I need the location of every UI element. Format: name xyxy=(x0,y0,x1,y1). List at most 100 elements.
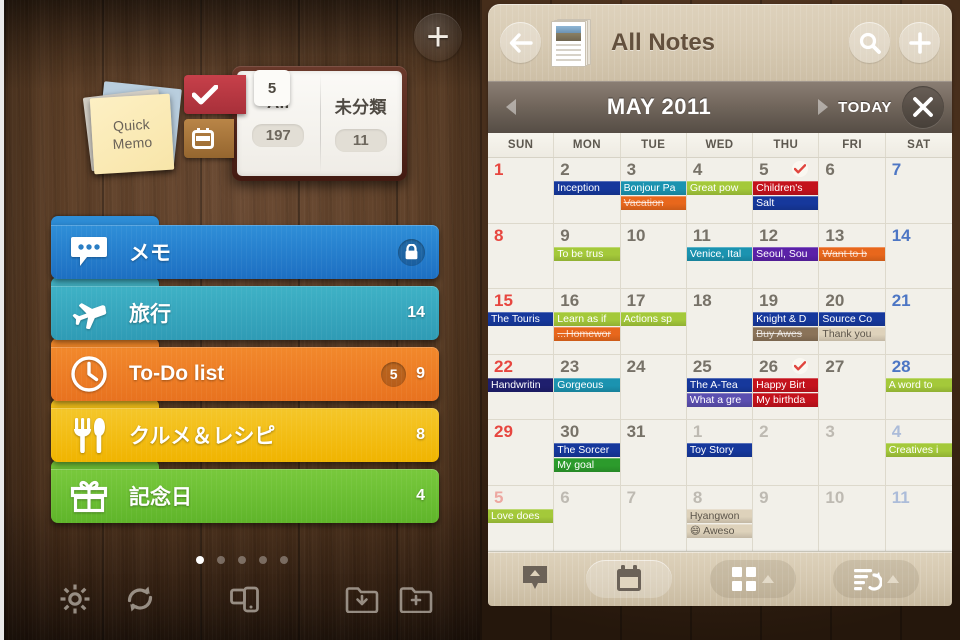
calendar-day-cell[interactable]: 30 The Sorcer My goal xyxy=(554,420,621,485)
folder-body[interactable]: 記念日 4 xyxy=(51,469,439,523)
calendar-day-cell[interactable]: 3 xyxy=(819,420,886,485)
calendar-day-cell[interactable]: 9 To be trus xyxy=(554,223,621,289)
calendar-day-cell[interactable]: 27 xyxy=(819,354,886,420)
calendar-event[interactable]: The A-Tea xyxy=(686,377,753,392)
page-dot[interactable] xyxy=(238,556,246,564)
calendar-event[interactable]: Toy Story xyxy=(686,443,753,458)
calendar-day-cell[interactable]: 15 The Touris xyxy=(488,289,555,354)
calendar-day-cell[interactable]: 2 xyxy=(753,420,820,485)
calendar-day-cell[interactable]: 23 Gorgeous xyxy=(554,354,621,420)
calendar-day-cell[interactable]: 25 The A-Tea What a gre xyxy=(686,354,754,420)
calendar-day-cell[interactable]: 5 Love does xyxy=(488,485,555,551)
calendar-event[interactable]: Hyangwon xyxy=(686,508,753,523)
folder-item-2[interactable]: 旅行 14 xyxy=(51,277,439,340)
page-dot[interactable] xyxy=(196,556,204,564)
close-calendar-button[interactable] xyxy=(902,86,944,128)
calendar-day-cell[interactable]: 10 xyxy=(819,485,886,551)
page-dot[interactable] xyxy=(280,556,288,564)
calendar-day-cell[interactable]: 7 xyxy=(886,158,952,223)
calendar-event[interactable]: Happy Birt xyxy=(753,377,819,392)
calendar-day-cell[interactable]: 1 Toy Story xyxy=(686,420,754,485)
calendar-event[interactable]: Seoul, Sou xyxy=(753,246,819,261)
calendar-view-button[interactable] xyxy=(586,560,673,598)
folder-item-3[interactable]: To-Do list 5 9 xyxy=(51,338,439,401)
page-indicator-dots[interactable] xyxy=(4,556,480,564)
notebook-tab-checklist[interactable] xyxy=(184,75,246,114)
calendar-event[interactable]: Bonjour Pa xyxy=(620,181,686,195)
calendar-event[interactable]: Gorgeous xyxy=(554,377,620,392)
grid-view-button[interactable] xyxy=(709,560,796,598)
calendar-event[interactable]: A word to xyxy=(885,377,952,392)
calendar-day-cell[interactable]: 14 xyxy=(886,224,952,289)
export-button[interactable] xyxy=(521,560,549,598)
notebook-page-uncategorized[interactable]: 未分類 11 xyxy=(320,71,403,176)
today-button[interactable]: TODAY xyxy=(838,99,892,116)
calendar-event[interactable]: Knight & D xyxy=(753,312,819,327)
calendar-day-cell[interactable]: 19 Knight & D Buy Awes xyxy=(753,289,820,354)
calendar-day-cell[interactable]: 6 xyxy=(819,158,886,223)
calendar-event[interactable]: Inception xyxy=(554,181,620,195)
sync-button[interactable] xyxy=(114,575,166,623)
calendar-event[interactable]: Handwritin xyxy=(488,377,554,392)
calendar-event[interactable]: Love does xyxy=(488,508,554,523)
calendar-day-cell[interactable]: 6 xyxy=(554,485,621,551)
calendar-event[interactable]: Thank you xyxy=(819,327,885,342)
calendar-day-cell[interactable]: 21 xyxy=(886,289,952,354)
calendar-day-cell[interactable]: 3 Bonjour Pa Vacation xyxy=(620,158,687,223)
devices-button[interactable] xyxy=(219,575,271,623)
new-folder-button[interactable] xyxy=(390,575,442,623)
folder-item-1[interactable]: メモ xyxy=(51,216,439,279)
calendar-day-cell[interactable]: 17 Actions sp xyxy=(620,289,687,354)
calendar-event[interactable]: Creatives i xyxy=(885,443,952,458)
calendar-day-cell[interactable]: 11 xyxy=(886,486,952,551)
calendar-event[interactable]: Salt xyxy=(753,196,819,210)
page-dot[interactable] xyxy=(217,556,225,564)
calendar-event[interactable]: Great pow xyxy=(686,181,753,195)
calendar-day-cell[interactable]: 9 xyxy=(753,485,820,551)
calendar-day-cell[interactable]: 10 xyxy=(621,223,687,289)
folder-body[interactable]: クルメ＆レシピ 8 xyxy=(51,408,439,462)
calendar-event[interactable]: ...Homewor xyxy=(554,327,620,342)
page-dot[interactable] xyxy=(259,556,267,564)
folder-item-5[interactable]: 記念日 4 xyxy=(51,460,439,523)
quick-memo-button[interactable]: Quick Memo xyxy=(82,81,187,179)
calendar-day-cell[interactable]: 8 Hyangwon 😄 Aweso xyxy=(686,485,754,551)
calendar-event[interactable]: My goal xyxy=(554,458,620,473)
calendar-day-cell[interactable]: 20 Source Co Thank you xyxy=(819,289,886,354)
calendar-event[interactable]: Children's xyxy=(753,181,819,195)
calendar-event[interactable]: To be trus xyxy=(554,246,620,261)
calendar-day-cell[interactable]: 28 A word to xyxy=(885,355,952,420)
calendar-day-cell[interactable]: 26 Happy Birt My birthda xyxy=(753,354,820,420)
sort-button[interactable] xyxy=(833,560,920,598)
calendar-event[interactable]: Venice, Ital xyxy=(686,246,753,261)
lock-icon[interactable] xyxy=(398,238,425,266)
calendar-event[interactable]: Actions sp xyxy=(620,312,686,327)
calendar-day-cell[interactable]: 7 xyxy=(621,485,687,551)
notebook-widget[interactable]: 5 All 197 未分類 11 xyxy=(184,66,407,181)
calendar-day-cell[interactable]: 5 Children's Salt xyxy=(753,158,820,223)
calendar-day-cell[interactable]: 1 xyxy=(488,158,555,223)
calendar-event[interactable]: Learn as if xyxy=(554,312,620,327)
settings-button[interactable] xyxy=(49,575,101,623)
calendar-day-cell[interactable]: 13 Want to b xyxy=(819,223,886,289)
next-month-button[interactable] xyxy=(808,98,838,116)
calendar-day-cell[interactable]: 22 Handwritin xyxy=(488,354,555,420)
calendar-day-cell[interactable]: 8 xyxy=(488,223,555,289)
calendar-day-cell[interactable]: 31 xyxy=(621,420,687,485)
folder-body[interactable]: 旅行 14 xyxy=(51,286,439,340)
calendar-day-cell[interactable]: 29 xyxy=(488,420,555,485)
folder-item-4[interactable]: クルメ＆レシピ 8 xyxy=(51,399,439,462)
calendar-event[interactable]: Buy Awes xyxy=(753,327,819,342)
calendar-day-cell[interactable]: 24 xyxy=(621,354,687,420)
calendar-event[interactable]: What a gre xyxy=(686,392,753,407)
calendar-day-cell[interactable]: 12 Seoul, Sou xyxy=(753,223,820,289)
calendar-event[interactable]: My birthda xyxy=(753,392,819,407)
calendar-day-cell[interactable]: 2 Inception xyxy=(554,158,621,223)
calendar-event[interactable]: Source Co xyxy=(819,312,885,327)
calendar-day-cell[interactable]: 18 xyxy=(687,289,754,354)
back-button[interactable] xyxy=(500,22,541,63)
calendar-day-cell[interactable]: 4 Great pow xyxy=(686,158,754,223)
calendar-event[interactable]: Want to b xyxy=(819,246,885,261)
calendar-day-cell[interactable]: 11 Venice, Ital xyxy=(686,223,754,289)
import-folder-button[interactable] xyxy=(336,575,388,623)
